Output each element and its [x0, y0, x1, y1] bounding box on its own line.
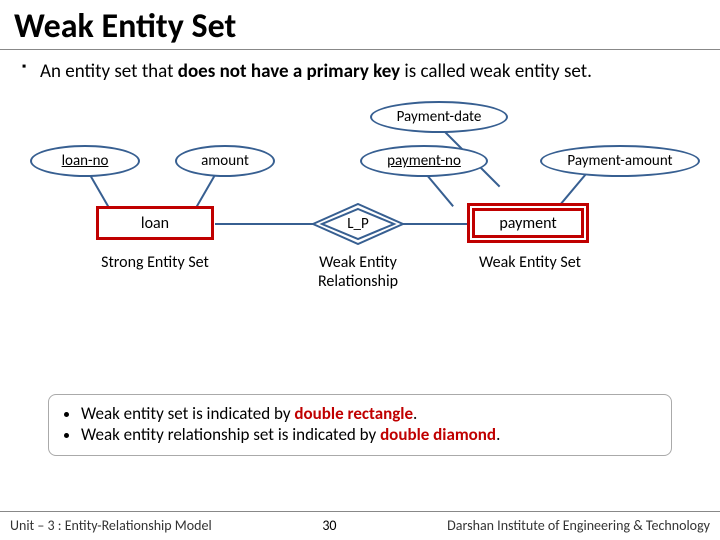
caption-strong: Strong Entity Set: [92, 253, 218, 272]
footer-page: 30: [212, 517, 447, 534]
notes-box: Weak entity set is indicated by double r…: [48, 394, 672, 456]
entity-loan: loan: [96, 206, 214, 240]
attr-payment-no: payment-no: [360, 145, 488, 177]
er-diagram: loan-no amount Payment-date payment-no P…: [0, 93, 720, 318]
attr-payment-date: Payment-date: [370, 101, 508, 133]
footer-unit: Unit – 3 : Entity-Relationship Model: [10, 517, 212, 534]
footer: Unit – 3 : Entity-Relationship Model 30 …: [0, 511, 720, 540]
def-post: is called weak entity set.: [400, 60, 592, 83]
attr-amount: amount: [175, 145, 275, 177]
footer-institute: Darshan Institute of Engineering & Techn…: [447, 517, 710, 534]
note-1: Weak entity set is indicated by double r…: [81, 403, 657, 424]
definition-text: ▪ An entity set that does not have a pri…: [0, 50, 720, 83]
entity-payment: payment: [467, 203, 589, 243]
attr-loan-no: loan-no: [30, 145, 140, 177]
attr-payment-date-label: Payment-date: [397, 108, 482, 126]
attr-payment-amount: Payment-amount: [540, 145, 700, 177]
caption-weak-set: Weak Entity Set: [475, 253, 585, 272]
slide-title: Weak Entity Set: [0, 0, 720, 50]
def-pre: An entity set that: [40, 60, 178, 83]
attr-payment-amount-label: Payment-amount: [567, 152, 672, 170]
relationship-lp: L_P: [312, 203, 404, 245]
attr-loan-no-label: loan-no: [62, 152, 109, 170]
relationship-lp-label: L_P: [312, 203, 404, 245]
entity-loan-label: loan: [141, 214, 169, 233]
entity-payment-label: payment: [499, 214, 556, 233]
bullet-icon: ▪: [22, 60, 26, 74]
attr-amount-label: amount: [201, 152, 249, 170]
attr-payment-no-label: payment-no: [387, 152, 461, 170]
caption-weak-rel: Weak Entity Relationship: [300, 253, 416, 291]
def-bold: does not have a primary key: [178, 60, 400, 83]
note-2: Weak entity relationship set is indicate…: [81, 424, 657, 445]
